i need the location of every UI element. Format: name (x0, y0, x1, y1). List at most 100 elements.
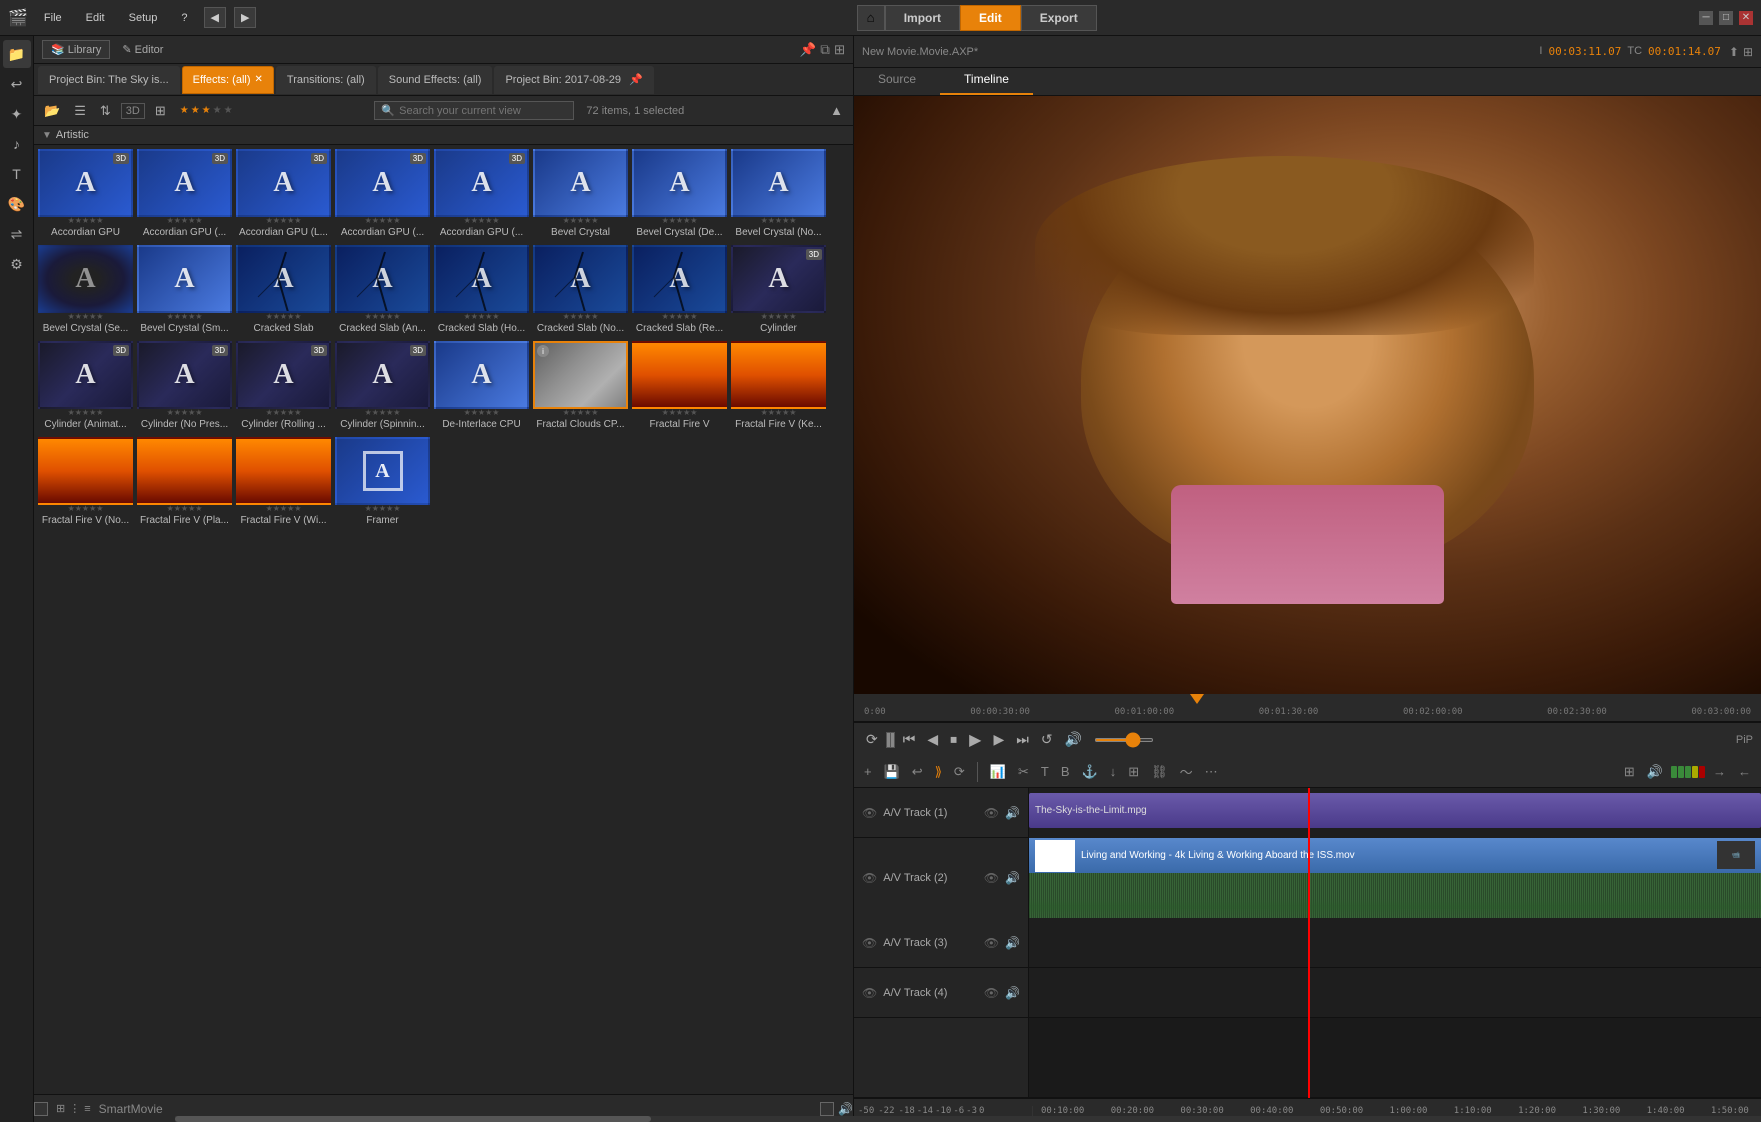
sort-icon[interactable]: ⇅ (96, 101, 115, 121)
sidebar-settings-icon[interactable]: ⚙ (3, 250, 31, 278)
effect-item-13[interactable]: A ★★★★★ Cracked Slab (No... (533, 245, 628, 337)
sidebar-history-icon[interactable]: ↩ (3, 70, 31, 98)
menu-help[interactable]: ? (173, 8, 195, 28)
sm-btn-2[interactable]: ⋮ (69, 1102, 80, 1115)
effect-item-25[interactable]: ★★★★★ Fractal Fire V (Pla... (137, 437, 232, 529)
edit-button[interactable]: Edit (960, 5, 1021, 31)
volume-range[interactable] (1094, 738, 1154, 742)
track1-audio-icon[interactable]: 🔊 (1005, 806, 1020, 820)
tl-text-icon[interactable]: T (1037, 762, 1053, 781)
tab-effects-all[interactable]: Effects: (all) ✕ (182, 66, 274, 94)
menu-setup[interactable]: Setup (121, 8, 166, 28)
folder-icon[interactable]: 📂 (40, 101, 64, 121)
menu-file[interactable]: File (36, 8, 70, 28)
effect-item-19[interactable]: 3D A ★★★★★ Cylinder (Spinnin... (335, 341, 430, 433)
track1-visibility-icon[interactable]: 👁 (862, 806, 877, 820)
export-button[interactable]: Export (1021, 5, 1097, 31)
tl-chain-icon[interactable]: ⛓ (1147, 762, 1172, 782)
tl-more-icon[interactable]: ⋯ (1201, 762, 1222, 782)
tl-bold-icon[interactable]: B (1057, 762, 1074, 781)
loop-button[interactable]: ↺ (1037, 729, 1057, 750)
tl-expand-icon[interactable]: ⊞ (1620, 762, 1639, 782)
pin-icon[interactable]: 📌 (800, 42, 817, 58)
preview-ruler[interactable]: 0:00 00:00:30:00 00:01:00:00 00:01:30:00… (854, 694, 1761, 722)
scroll-up-icon[interactable]: ▲ (826, 101, 847, 120)
effect-item-20[interactable]: A ★★★★★ De-Interlace CPU (434, 341, 529, 433)
effect-item-22[interactable]: ★★★★★ Fractal Fire V (632, 341, 727, 433)
3d-toggle[interactable]: 3D (121, 103, 145, 119)
track4-visibility-icon[interactable]: 👁 (862, 986, 877, 1000)
tab-project-bin-sky[interactable]: Project Bin: The Sky is... (38, 66, 180, 94)
track2-audio-icon[interactable]: 🔊 (1005, 871, 1020, 885)
effect-item-6[interactable]: A ★★★★★ Bevel Crystal (De... (632, 149, 727, 241)
track3-eye-icon[interactable]: 👁 (984, 936, 999, 950)
track2-video-clip[interactable]: Living and Working - 4k Living & Working… (1029, 838, 1761, 873)
tl-grid-icon[interactable]: ⊞ (1124, 762, 1143, 782)
tab-editor[interactable]: ✎ Editor (114, 41, 171, 58)
effect-item-9[interactable]: A ★★★★★ Bevel Crystal (Sm... (137, 245, 232, 337)
tl-chart-icon[interactable]: 📊 (986, 762, 1010, 782)
next-frame-button[interactable]: ▶ (989, 729, 1008, 750)
track2-content[interactable]: Living and Working - 4k Living & Working… (1029, 838, 1761, 918)
sm-btn-1[interactable]: ⊞ (56, 1102, 65, 1115)
sidebar-color-icon[interactable]: 🎨 (3, 190, 31, 218)
float-icon[interactable]: ⧉ (820, 42, 830, 58)
effect-item-18[interactable]: 3D A ★★★★★ Cylinder (Rolling ... (236, 341, 331, 433)
effect-item-1[interactable]: 3D A ★★★★★ Accordian GPU (... (137, 149, 232, 241)
sm-check2[interactable] (820, 1102, 834, 1116)
tl-anchor-icon[interactable]: ⚓ (1078, 762, 1102, 782)
tl-undo-icon[interactable]: ↩ (908, 762, 927, 782)
preview-settings-icon[interactable]: ⊞ (1743, 45, 1753, 59)
effect-item-23[interactable]: ★★★★★ Fractal Fire V (Ke... (731, 341, 826, 433)
effect-item-14[interactable]: A ★★★★★ Cracked Slab (Re... (632, 245, 727, 337)
sidebar-audio-icon[interactable]: ♪ (3, 130, 31, 158)
tl-arrow-down-icon[interactable]: ↓ (1106, 762, 1121, 781)
track3-visibility-icon[interactable]: 👁 (862, 936, 877, 950)
track1-clip[interactable]: The-Sky-is-the-Limit.mpg (1029, 793, 1761, 828)
effect-item-5[interactable]: A ★★★★★ Bevel Crystal (533, 149, 628, 241)
view-toggle[interactable]: ⊞ (151, 101, 170, 121)
list-view-icon[interactable]: ☰ (70, 101, 90, 121)
tl-right-arrow-icon[interactable]: → (1709, 762, 1730, 781)
tl-save-icon[interactable]: 💾 (880, 762, 904, 782)
tl-left-arrow-icon[interactable]: ← (1734, 762, 1755, 781)
smartmovie-checkbox[interactable] (34, 1102, 48, 1116)
skip-to-start-button[interactable]: ⏮ (899, 729, 920, 750)
effect-item-27[interactable]: A ★★★★★ Framer (335, 437, 430, 529)
effect-item-17[interactable]: 3D A ★★★★★ Cylinder (No Pres... (137, 341, 232, 433)
tab-effects-close[interactable]: ✕ (255, 74, 263, 85)
track3-audio-icon[interactable]: 🔊 (1005, 936, 1020, 950)
tl-add-track-icon[interactable]: + (860, 762, 876, 781)
track2-visibility-icon[interactable]: 👁 (862, 871, 877, 885)
maximize-button[interactable]: □ (1719, 11, 1733, 25)
tl-waveform-icon[interactable]: 〜 (1176, 760, 1197, 783)
effect-item-11[interactable]: A ★★★★★ Cracked Slab (An... (335, 245, 430, 337)
track2-eye-icon[interactable]: 👁 (984, 871, 999, 885)
tl-volume-icon[interactable]: 🔊 (1643, 762, 1667, 782)
track3-content[interactable] (1029, 918, 1761, 967)
effect-item-21[interactable]: i ★★★★★ Fractal Clouds CP... (533, 341, 628, 433)
effect-item-26[interactable]: ★★★★★ Fractal Fire V (Wi... (236, 437, 331, 529)
tab-library[interactable]: 📚 Library (42, 40, 110, 59)
sidebar-transition-icon[interactable]: ⇌ (3, 220, 31, 248)
menu-edit[interactable]: Edit (78, 8, 113, 28)
effect-item-8[interactable]: A ★★★★★ Bevel Crystal (Se... (38, 245, 133, 337)
effect-item-16[interactable]: 3D A ★★★★★ Cylinder (Animat... (38, 341, 133, 433)
tab-timeline[interactable]: Timeline (940, 68, 1033, 95)
search-input[interactable] (399, 105, 559, 117)
effect-item-12[interactable]: A ★★★★★ Cracked Slab (Ho... (434, 245, 529, 337)
nav-back-button[interactable]: ◀ (204, 7, 226, 28)
grid-view-icon[interactable]: ⊞ (834, 42, 845, 58)
volume-button[interactable]: 🔊 (1061, 729, 1086, 750)
tab-sound-effects-all[interactable]: Sound Effects: (all) (378, 66, 493, 94)
tl-ripple-icon[interactable]: ⟫ (931, 762, 946, 782)
minimize-button[interactable]: ─ (1699, 11, 1713, 25)
close-button[interactable]: ✕ (1739, 11, 1753, 25)
track4-eye-icon[interactable]: 👁 (984, 986, 999, 1000)
prev-frame-button[interactable]: ◀ (923, 729, 942, 750)
track4-audio-icon[interactable]: 🔊 (1005, 986, 1020, 1000)
home-button[interactable]: ⌂ (857, 5, 885, 31)
tab-project-bin-2017[interactable]: Project Bin: 2017-08-29 📌 (494, 66, 653, 94)
track4-content[interactable] (1029, 968, 1761, 1017)
effect-item-3[interactable]: 3D A ★★★★★ Accordian GPU (... (335, 149, 430, 241)
